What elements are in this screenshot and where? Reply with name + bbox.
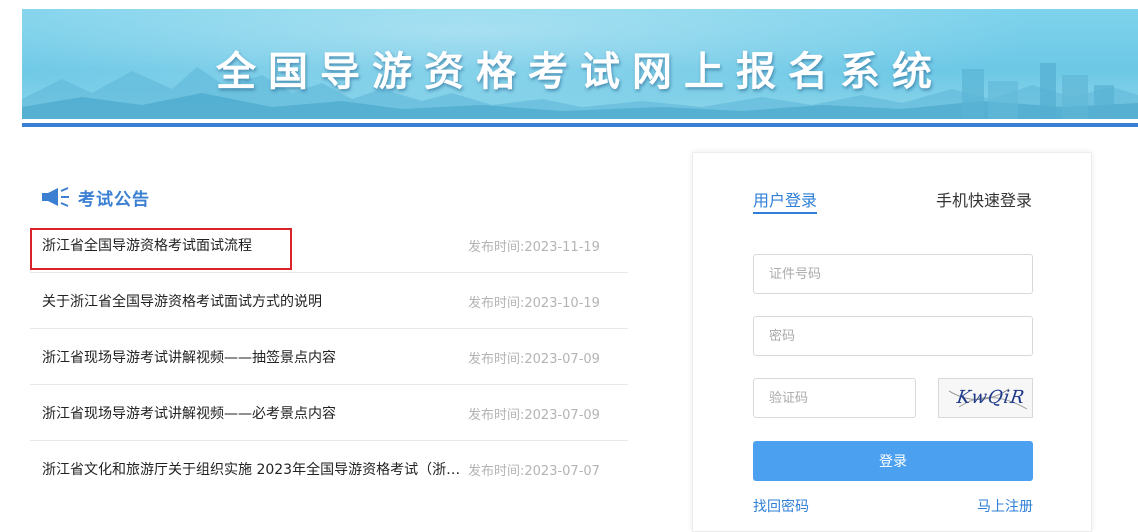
notice-item[interactable]: 浙江省文化和旅游厅关于组织实施 2023年全国导游资格考试（浙江考区）工作的通知… <box>30 441 628 496</box>
notice-section-header: 考试公告 <box>42 184 150 210</box>
banner-title: 全国导游资格考试网上报名系统 <box>216 49 944 95</box>
notice-title-link[interactable]: 浙江省文化和旅游厅关于组织实施 2023年全国导游资格考试（浙江考区）工作的通知 <box>42 459 468 479</box>
notice-date: 发布时间:2023-07-09 <box>468 352 600 367</box>
notice-date: 发布时间:2023-11-19 <box>468 240 600 255</box>
megaphone-icon <box>42 187 69 207</box>
captcha-input[interactable] <box>753 378 916 418</box>
notice-date: 发布时间:2023-10-19 <box>468 296 600 311</box>
header-banner: 全国导游资格考试网上报名系统 <box>22 9 1138 119</box>
active-tab-indicator <box>753 212 817 214</box>
tab-phone-login-label: 手机快速登录 <box>936 191 1033 210</box>
notice-date: 发布时间:2023-07-07 <box>468 464 600 479</box>
tab-phone-login[interactable]: 手机快速登录 <box>936 187 1032 211</box>
notice-date: 发布时间:2023-07-09 <box>468 408 600 423</box>
id-number-input[interactable] <box>753 254 1033 294</box>
notice-item[interactable]: 浙江省现场导游考试讲解视频——抽签景点内容 发布时间:2023-07-09 <box>30 329 628 385</box>
captcha-image[interactable]: KwQiR <box>938 378 1033 418</box>
notice-item[interactable]: 浙江省现场导游考试讲解视频——必考景点内容 发布时间:2023-07-09 <box>30 385 628 441</box>
banner-divider <box>22 123 1138 127</box>
notice-title-link[interactable]: 浙江省现场导游考试讲解视频——抽签景点内容 <box>42 347 468 367</box>
login-button[interactable]: 登录 <box>753 441 1033 481</box>
login-panel: 用户登录 手机快速登录 KwQiR 登录 找回密码 马上注册 <box>692 152 1092 532</box>
tab-user-login-label: 用户登录 <box>753 191 818 210</box>
forgot-password-link[interactable]: 找回密码 <box>753 496 809 516</box>
captcha-text: KwQiR <box>955 387 1027 408</box>
notice-section-title: 考试公告 <box>78 189 150 210</box>
notice-title-link[interactable]: 浙江省现场导游考试讲解视频——必考景点内容 <box>42 403 468 423</box>
highlight-annotation-box <box>30 228 292 270</box>
tab-user-login[interactable]: 用户登录 <box>753 187 818 214</box>
register-link[interactable]: 马上注册 <box>977 496 1033 516</box>
notice-item[interactable]: 关于浙江省全国导游资格考试面试方式的说明 发布时间:2023-10-19 <box>30 273 628 329</box>
password-input[interactable] <box>753 316 1033 356</box>
notice-title-link[interactable]: 关于浙江省全国导游资格考试面试方式的说明 <box>42 291 468 311</box>
